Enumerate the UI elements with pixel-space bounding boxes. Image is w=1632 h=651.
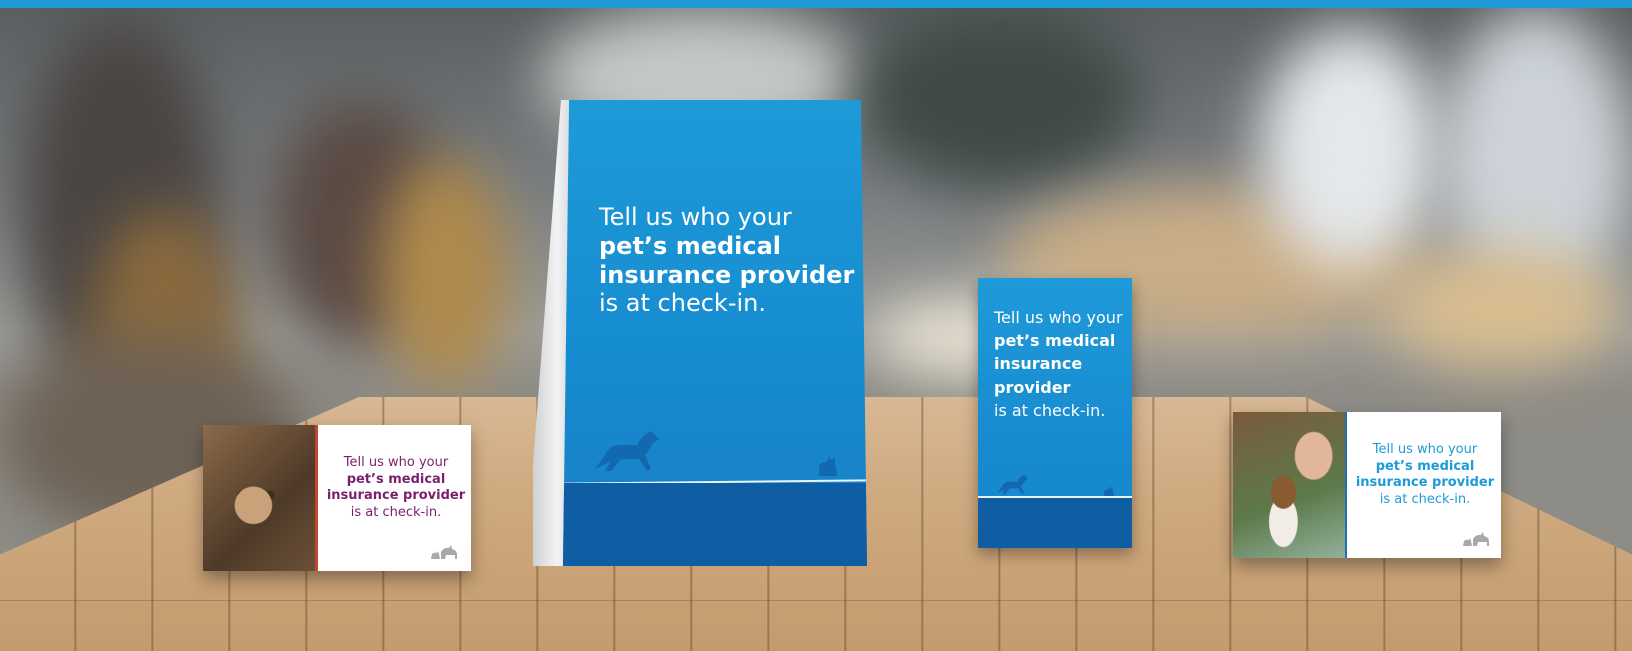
left-card-line3: insurance provider <box>326 488 466 504</box>
cat-silhouette-icon <box>819 456 837 476</box>
dog-silhouette-icon <box>595 431 659 471</box>
small-line2: pet’s medical <box>994 331 1116 351</box>
small-line1: Tell us who your <box>994 308 1123 327</box>
small-line3: insurance <box>994 354 1083 374</box>
tent-line1: Tell us who your <box>599 203 792 231</box>
dog-cat-logo-icon <box>1463 532 1489 546</box>
top-accent-bar <box>0 0 1632 8</box>
tent-card-bottom-band <box>563 483 867 566</box>
dog-cat-logo-icon <box>431 545 457 559</box>
right-card-line2: pet’s medical <box>1375 458 1475 474</box>
tent-card-text: Tell us who your pet’s medical insurance… <box>599 203 854 318</box>
scene: Tell us who your pet’s medical insurance… <box>0 0 1632 651</box>
left-card-line4: is at check-in. <box>350 504 442 520</box>
small-card-text: Tell us who your pet’s medical insurance… <box>994 306 1123 422</box>
right-card-line3: insurance provider <box>1355 475 1495 491</box>
small-card-bottom-band <box>978 498 1132 548</box>
woman-and-puppy-photo <box>1233 412 1345 558</box>
left-card: Tell us who your pet’s medical insurance… <box>203 425 471 571</box>
tent-line2: pet’s medical <box>599 231 782 260</box>
right-card-line1: Tell us who your <box>1372 442 1478 457</box>
left-card-text: Tell us who your pet’s medical insurance… <box>321 455 471 522</box>
kitten-photo <box>203 425 315 571</box>
tent-line4: is at check-in. <box>599 289 766 318</box>
small-line4: provider <box>994 377 1071 397</box>
table-edge-line <box>0 600 1632 601</box>
tent-line3: insurance provider <box>599 260 855 289</box>
right-card-line4: is at check-in. <box>1379 491 1471 507</box>
left-card-line2: pet’s medical <box>346 471 446 487</box>
small-card: Tell us who your pet’s medical insurance… <box>978 278 1132 548</box>
accent-stripe <box>1345 412 1347 558</box>
dog-silhouette-icon <box>997 474 1028 495</box>
right-card-text: Tell us who your pet’s medical insurance… <box>1349 442 1501 509</box>
small-line5: is at check-in. <box>994 400 1106 420</box>
right-card: Tell us who your pet’s medical insurance… <box>1233 412 1501 558</box>
left-card-line1: Tell us who your <box>343 455 449 470</box>
accent-stripe <box>315 425 318 571</box>
tent-card: Tell us who your pet’s medical insurance… <box>563 100 867 566</box>
